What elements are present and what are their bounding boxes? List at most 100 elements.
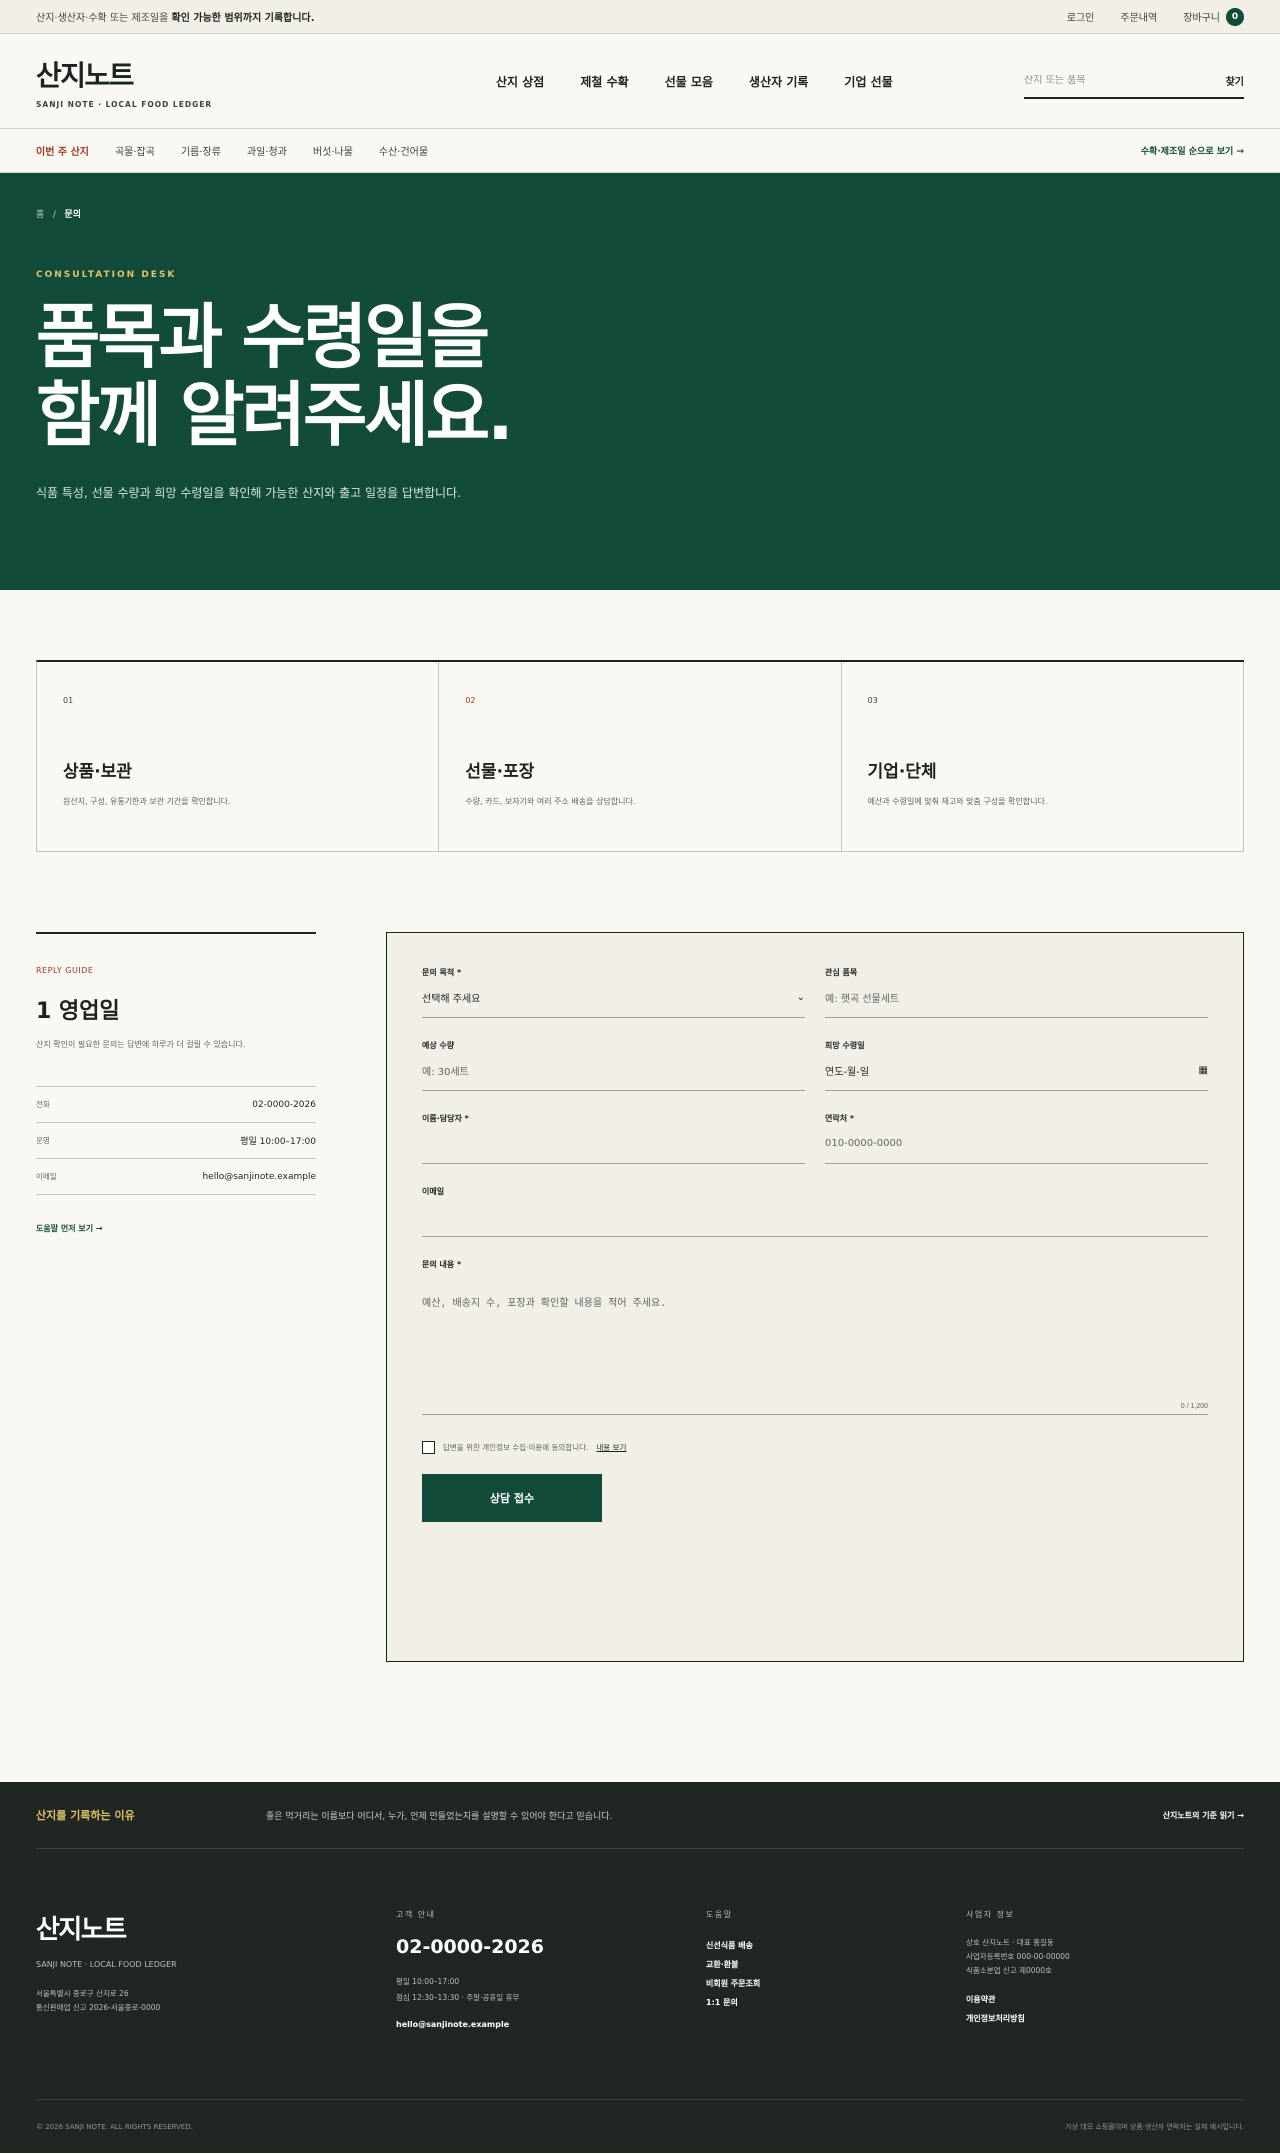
category-seafood[interactable]: 수산·건어물 xyxy=(379,143,428,158)
contact-value: 평일 10:00–17:00 xyxy=(240,1137,316,1147)
topic-card-gift[interactable]: 02 선물·포장 수량, 카드, 보자기와 여러 주소 배송을 상담합니다. xyxy=(439,662,842,852)
help-first-link[interactable]: 도움말 먼저 보기 → xyxy=(36,1223,316,1234)
help-link-refund[interactable]: 교환·환불 xyxy=(706,1955,966,1974)
name-field: 이름·담당자 * xyxy=(422,1113,805,1164)
privacy-link[interactable]: 개인정보처리방침 xyxy=(966,2009,1244,2028)
mission-text: 좋은 먹거리는 이름보다 어디서, 누가, 언제 만들었는지를 설명할 수 있어… xyxy=(266,1811,613,1822)
help-heading: 도움말 xyxy=(706,1910,733,1919)
cs-phone[interactable]: 02-0000-2026 xyxy=(396,1936,706,1958)
registration-line: 통신판매업 신고 2026-서울중로-0000 xyxy=(36,2003,161,2012)
address-line: 서울특별시 중로구 산지로 26 xyxy=(36,1989,129,1998)
copyright: © 2026 SANJI NOTE. ALL RIGHTS RESERVED. xyxy=(36,2122,193,2131)
help-link-delivery[interactable]: 신선식품 배송 xyxy=(706,1936,966,1955)
hero-eyebrow: CONSULTATION DESK xyxy=(36,270,177,280)
category-fruits[interactable]: 과일·청과 xyxy=(247,143,287,158)
contact-info-list: 전화 02-0000-2026 운영 평일 10:00–17:00 이메일 he… xyxy=(36,1086,316,1195)
contact-row-phone: 전화 02-0000-2026 xyxy=(36,1087,316,1123)
sort-by-harvest-link[interactable]: 수확·제조일 순으로 보기 → xyxy=(1141,144,1244,157)
category-nav: 이번 주 산지 곡물·잡곡 기름·장류 과일·청과 버섯·나물 수산·건어물 수… xyxy=(0,129,1280,173)
footer-logo[interactable]: 산지노트 xyxy=(36,1909,396,1946)
topic-card-product[interactable]: 01 상품·보관 원산지, 구성, 유통기한과 보관 기간을 확인합니다. xyxy=(37,662,440,852)
breadcrumb-home[interactable]: 홈 xyxy=(36,210,44,220)
footer-mission: 산지를 기록하는 이유 좋은 먹거리는 이름보다 어디서, 누가, 언제 만들었… xyxy=(36,1782,1244,1849)
hero-description: 식품 특성, 선물 수량과 희망 수령일을 확인해 가능한 산지와 출고 일정을… xyxy=(36,486,461,500)
category-grains[interactable]: 곡물·잡곡 xyxy=(115,143,155,158)
login-link[interactable]: 로그인 xyxy=(1067,9,1095,24)
cs-email[interactable]: hello@sanjinote.example xyxy=(396,2020,706,2029)
category-oils[interactable]: 기름·장류 xyxy=(181,143,221,158)
standards-link[interactable]: 산지노트의 기준 읽기 → xyxy=(1163,1810,1244,1821)
contact-row-hours: 운영 평일 10:00–17:00 xyxy=(36,1123,316,1159)
consent-detail-link[interactable]: 내용 보기 xyxy=(596,1442,626,1453)
email-label: 이메일 xyxy=(422,1187,445,1196)
form-row: 문의 목적 * 선택해 주세요 ⌄ 관심 품목 예: 햇곡 선물세트 xyxy=(422,967,1208,1040)
quantity-label: 예상 수량 xyxy=(422,1041,455,1050)
help-link-inquiry[interactable]: 1:1 문의 xyxy=(706,1993,966,2012)
footer-brand: 산지노트 SANJI NOTE · LOCAL FOOD LEDGER 서울특별… xyxy=(36,1909,396,2099)
page-title: 품목과 수령일을 함께 알려주세요. xyxy=(36,298,1244,454)
cart-count-badge: 0 xyxy=(1226,7,1244,26)
notice-text: 산지·생산자·수확 또는 제조일을 확인 가능한 범위까지 기록합니다. xyxy=(36,9,315,24)
terms-link[interactable]: 이용약관 xyxy=(966,1990,1244,2009)
calendar-icon[interactable]: ▦ xyxy=(1199,1065,1208,1076)
date-input[interactable]: 연도-월-일 ▦ xyxy=(825,1051,1208,1091)
reply-guide: REPLY GUIDE 1 영업일 산지 확인이 필요한 문의는 답변에 하루가… xyxy=(36,932,316,1662)
topic-card-corporate[interactable]: 03 기업·단체 예산과 수령일에 맞춰 재고와 맞춤 구성을 확인합니다. xyxy=(841,662,1244,852)
date-label: 희망 수령일 xyxy=(825,1041,865,1050)
inquiry-section: REPLY GUIDE 1 영업일 산지 확인이 필요한 문의는 답변에 하루가… xyxy=(0,852,1280,1662)
cart-link[interactable]: 장바구니 0 xyxy=(1183,7,1244,26)
contact-value[interactable]: hello@sanjinote.example xyxy=(202,1172,316,1182)
name-label: 이름·담당자 * xyxy=(422,1114,469,1123)
item-label: 관심 품목 xyxy=(825,968,858,977)
logo-block[interactable]: 산지노트 SANJI NOTE · LOCAL FOOD LEDGER xyxy=(36,54,336,109)
category-this-week[interactable]: 이번 주 산지 xyxy=(36,143,89,158)
contact-row-email: 이메일 hello@sanjinote.example xyxy=(36,1159,316,1195)
contact-key: 전화 xyxy=(36,1100,50,1109)
card-number: 03 xyxy=(867,696,878,705)
email-input[interactable] xyxy=(422,1197,1208,1237)
nav-item-corporate[interactable]: 기업 선물 xyxy=(844,73,892,90)
nav-item-gifts[interactable]: 선물 모음 xyxy=(665,73,713,90)
phone-input[interactable]: 010-0000-0000 xyxy=(825,1124,1208,1164)
date-field: 희망 수령일 연도-월-일 ▦ xyxy=(825,1040,1208,1091)
business-details: 상호 산지노트 · 대표 홍길동 사업자등록번호 000-00-00000 식품… xyxy=(966,1936,1244,1978)
category-mushrooms[interactable]: 버섯·나물 xyxy=(313,143,353,158)
search-bar: 찾기 xyxy=(1024,63,1244,99)
purpose-label: 문의 목적 * xyxy=(422,968,462,977)
footer-logo-subtitle: SANJI NOTE · LOCAL FOOD LEDGER xyxy=(36,1960,177,1969)
mission-title: 산지를 기록하는 이유 xyxy=(36,1809,135,1822)
footer-business-info: 사업자 정보 상호 산지노트 · 대표 홍길동 사업자등록번호 000-00-0… xyxy=(966,1909,1244,2099)
consent-text: 답변을 위한 개인정보 수집·이용에 동의합니다. xyxy=(443,1443,589,1452)
help-link-guest-order[interactable]: 비회원 주문조회 xyxy=(706,1974,966,1993)
card-description: 예산과 수령일에 맞춰 재고와 맞춤 구성을 확인합니다. xyxy=(867,797,1048,806)
orders-link[interactable]: 주문내역 xyxy=(1120,9,1157,24)
quantity-input[interactable]: 예: 30세트 xyxy=(422,1051,805,1091)
guide-header: REPLY GUIDE 1 영업일 산지 확인이 필요한 문의는 답변에 하루가… xyxy=(36,932,316,1050)
inquiry-form: 문의 목적 * 선택해 주세요 ⌄ 관심 품목 예: 햇곡 선물세트 예상 수량… xyxy=(386,932,1244,1662)
guide-description: 산지 확인이 필요한 문의는 답변에 하루가 더 걸릴 수 있습니다. xyxy=(36,1040,246,1049)
search-button[interactable]: 찾기 xyxy=(1226,73,1244,88)
card-description: 수량, 카드, 보자기와 여러 주소 배송을 상담합니다. xyxy=(465,797,636,806)
notice-plain: 산지·생산자·수확 또는 제조일을 xyxy=(36,13,172,24)
content-label: 문의 내용 * xyxy=(422,1260,462,1269)
nav-item-producers[interactable]: 생산자 기록 xyxy=(749,73,808,90)
name-input[interactable] xyxy=(422,1124,805,1164)
submit-button[interactable]: 상담 접수 xyxy=(422,1474,602,1522)
card-title: 상품·보관 xyxy=(63,762,133,782)
purpose-select[interactable]: 선택해 주세요 ⌄ xyxy=(422,978,805,1018)
account-links: 로그인 주문내역 장바구니 0 xyxy=(1067,7,1244,26)
content-textarea[interactable]: 예산, 배송지 수, 포장과 확인할 내용을 적어 주세요. 0 / 1,200 xyxy=(422,1270,1208,1415)
contact-value: 02-0000-2026 xyxy=(252,1099,316,1110)
footer-columns: 산지노트 SANJI NOTE · LOCAL FOOD LEDGER 서울특별… xyxy=(36,1849,1244,2099)
search-input[interactable] xyxy=(1024,74,1174,86)
quantity-placeholder: 예: 30세트 xyxy=(422,1067,469,1078)
main-nav: 산지 상점 제철 수확 선물 모음 생산자 기록 기업 선물 xyxy=(496,73,1024,90)
cs-heading: 고객 안내 xyxy=(396,1910,436,1919)
form-row: 예상 수량 예: 30세트 희망 수령일 연도-월-일 ▦ xyxy=(422,1040,1208,1113)
topic-cards: 01 상품·보관 원산지, 구성, 유통기한과 보관 기간을 확인합니다. 02… xyxy=(36,660,1244,852)
consent-checkbox[interactable] xyxy=(422,1441,435,1454)
hero-section: 홈 / 문의 CONSULTATION DESK 품목과 수령일을 함께 알려주… xyxy=(0,173,1280,590)
item-input[interactable]: 예: 햇곡 선물세트 xyxy=(825,978,1208,1018)
nav-item-shop[interactable]: 산지 상점 xyxy=(496,73,544,90)
nav-item-season[interactable]: 제철 수확 xyxy=(580,73,628,90)
